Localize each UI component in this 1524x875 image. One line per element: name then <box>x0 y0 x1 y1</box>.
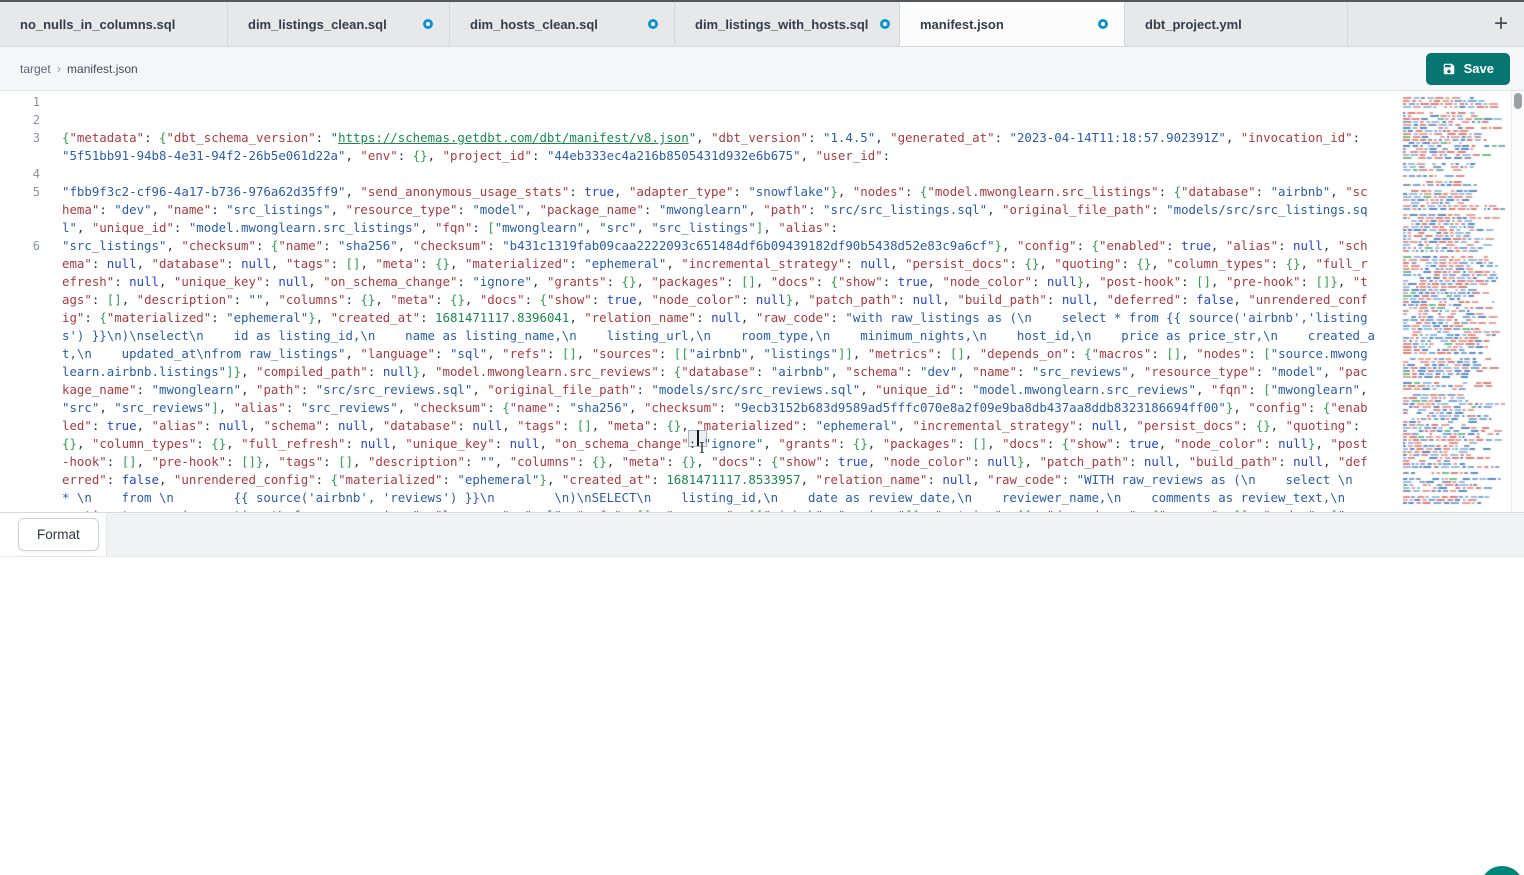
editor-tab-bar: no_nulls_in_columns.sql dim_listings_cle… <box>0 2 1524 47</box>
editor-workspace: 123 {"metadata": {"dbt_schema_version": "… <box>0 91 1524 513</box>
editor-scrollbar[interactable] <box>1511 91 1524 512</box>
unsaved-dot-icon[interactable] <box>880 19 890 29</box>
unsaved-dot-icon[interactable] <box>423 19 433 29</box>
code-text <box>62 111 1401 129</box>
code-text: "src_listings", "checksum": {"name": "sh… <box>62 237 1401 512</box>
tab-manifest-json[interactable]: manifest.json <box>900 2 1125 46</box>
line-number: 3 <box>0 129 40 165</box>
bottom-toolbar-left: Format <box>0 513 106 556</box>
tab-dim-listings-clean[interactable]: dim_listings_clean.sql <box>228 2 450 46</box>
line-number: 4 <box>0 165 40 183</box>
code-line[interactable]: 2 <box>0 111 1401 129</box>
tab-label: dim_listings_clean.sql <box>248 17 387 32</box>
tab-dbt-project-yml[interactable]: dbt_project.yml <box>1125 2 1348 46</box>
code-line[interactable]: 6"src_listings", "checksum": {"name": "s… <box>0 237 1401 512</box>
tab-dim-listings-with-hosts[interactable]: dim_listings_with_hosts.sql <box>675 2 900 46</box>
code-text <box>62 93 1401 111</box>
line-number: 6 <box>0 237 40 512</box>
tab-dim-hosts-clean[interactable]: dim_hosts_clean.sql <box>450 2 675 46</box>
save-button-label: Save <box>1464 61 1494 76</box>
line-number: 2 <box>0 111 40 129</box>
tab-label: manifest.json <box>920 17 1004 32</box>
unsaved-dot-icon[interactable] <box>648 19 658 29</box>
unsaved-dot-icon[interactable] <box>1098 19 1108 29</box>
tab-label: dim_listings_with_hosts.sql <box>695 17 868 32</box>
breadcrumb-folder[interactable]: target <box>20 62 51 76</box>
save-button[interactable]: Save <box>1426 53 1510 85</box>
add-tab-button[interactable]: + <box>1488 10 1514 38</box>
code-line[interactable]: 5 "fbb9f3c2-cf96-4a17-b736-976a62d35ff9",… <box>0 183 1401 237</box>
format-button[interactable]: Format <box>18 518 99 551</box>
bottom-toolbar-right <box>106 513 1524 556</box>
code-text <box>62 165 1401 183</box>
minimap-canvas <box>1401 95 1505 509</box>
code-line[interactable]: 4 <box>0 165 1401 183</box>
tab-label: no_nulls_in_columns.sql <box>20 17 175 32</box>
ibeam-cursor-icon: I <box>699 439 705 457</box>
code-text: "fbb9f3c2-cf96-4a17-b736-976a62d35ff9", … <box>62 183 1401 237</box>
code-line[interactable]: 3 {"metadata": {"dbt_schema_version": "ht… <box>0 129 1401 165</box>
line-number: 1 <box>0 93 40 111</box>
floppy-disk-icon <box>1442 62 1456 76</box>
tab-label: dim_hosts_clean.sql <box>470 17 598 32</box>
file-action-bar: target › manifest.json Save <box>0 47 1524 91</box>
code-line[interactable]: 1 <box>0 93 1401 111</box>
scrollbar-thumb[interactable] <box>1514 93 1522 109</box>
tab-bar-filler: + <box>1348 2 1524 46</box>
minimap[interactable] <box>1401 91 1511 512</box>
code-text: {"metadata": {"dbt_schema_version": "htt… <box>62 129 1401 165</box>
chevron-right-icon: › <box>57 61 61 76</box>
results-panel <box>0 557 1524 875</box>
line-number: 5 <box>0 183 40 237</box>
tab-no-nulls-in-columns[interactable]: no_nulls_in_columns.sql <box>0 2 228 46</box>
dbt-ide-window: no_nulls_in_columns.sql dim_listings_cle… <box>0 0 1524 875</box>
bottom-toolbar: Format <box>0 513 1524 557</box>
tab-label: dbt_project.yml <box>1145 17 1242 32</box>
breadcrumb-file[interactable]: manifest.json <box>67 62 138 76</box>
